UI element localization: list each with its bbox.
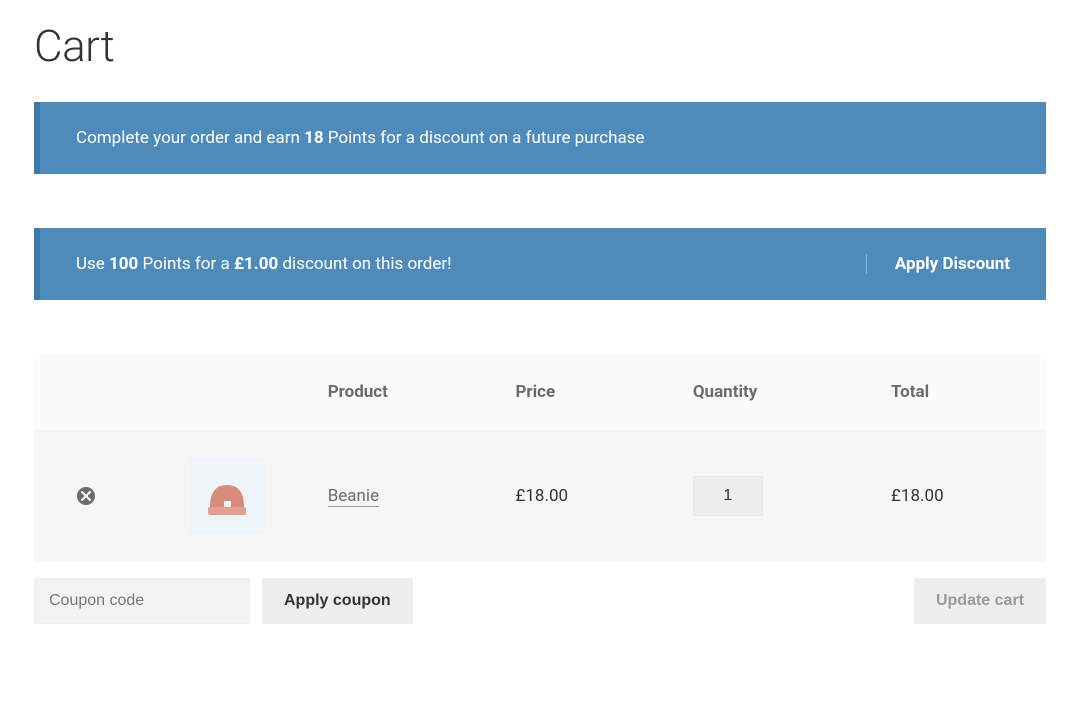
table-row: Beanie £18.00 £18.00 [34,430,1046,562]
header-quantity: Quantity [681,354,879,430]
redeem-amount: £1.00 [234,254,278,274]
header-thumb [138,354,315,430]
header-total: Total [879,354,1046,430]
header-product: Product [316,354,504,430]
redeem-points-count: 100 [109,254,138,274]
header-remove [34,354,138,430]
cart-table: Product Price Quantity Total [34,354,1046,624]
apply-coupon-button[interactable]: Apply coupon [262,578,413,624]
beanie-icon [202,471,252,521]
redeem-middle: Points for a [138,254,234,274]
header-price: Price [503,354,680,430]
product-total: £18.00 [879,430,1046,562]
earn-prefix: Complete your order and earn [76,128,304,148]
redeem-prefix: Use [76,254,109,274]
cart-actions: Apply coupon Update cart [34,578,1046,624]
quantity-input[interactable] [693,476,763,516]
product-name-link[interactable]: Beanie [328,486,379,507]
earn-points-message: Complete your order and earn 18 Points f… [76,128,1010,148]
remove-item-button[interactable] [77,487,95,505]
close-icon [81,491,91,501]
redeem-points-message: Use 100 Points for a £1.00 discount on t… [76,254,846,274]
page-title: Cart [34,20,1046,72]
earn-points-count: 18 [304,128,324,148]
redeem-suffix: discount on this order! [278,254,451,274]
product-thumbnail[interactable] [189,458,265,534]
apply-discount-button[interactable]: Apply Discount [866,254,1010,274]
earn-points-notice: Complete your order and earn 18 Points f… [34,102,1046,174]
update-cart-button[interactable]: Update cart [914,578,1046,624]
product-price: £18.00 [503,430,680,562]
earn-suffix: Points for a discount on a future purcha… [324,128,645,148]
coupon-code-input[interactable] [34,578,250,624]
redeem-points-notice: Use 100 Points for a £1.00 discount on t… [34,228,1046,300]
